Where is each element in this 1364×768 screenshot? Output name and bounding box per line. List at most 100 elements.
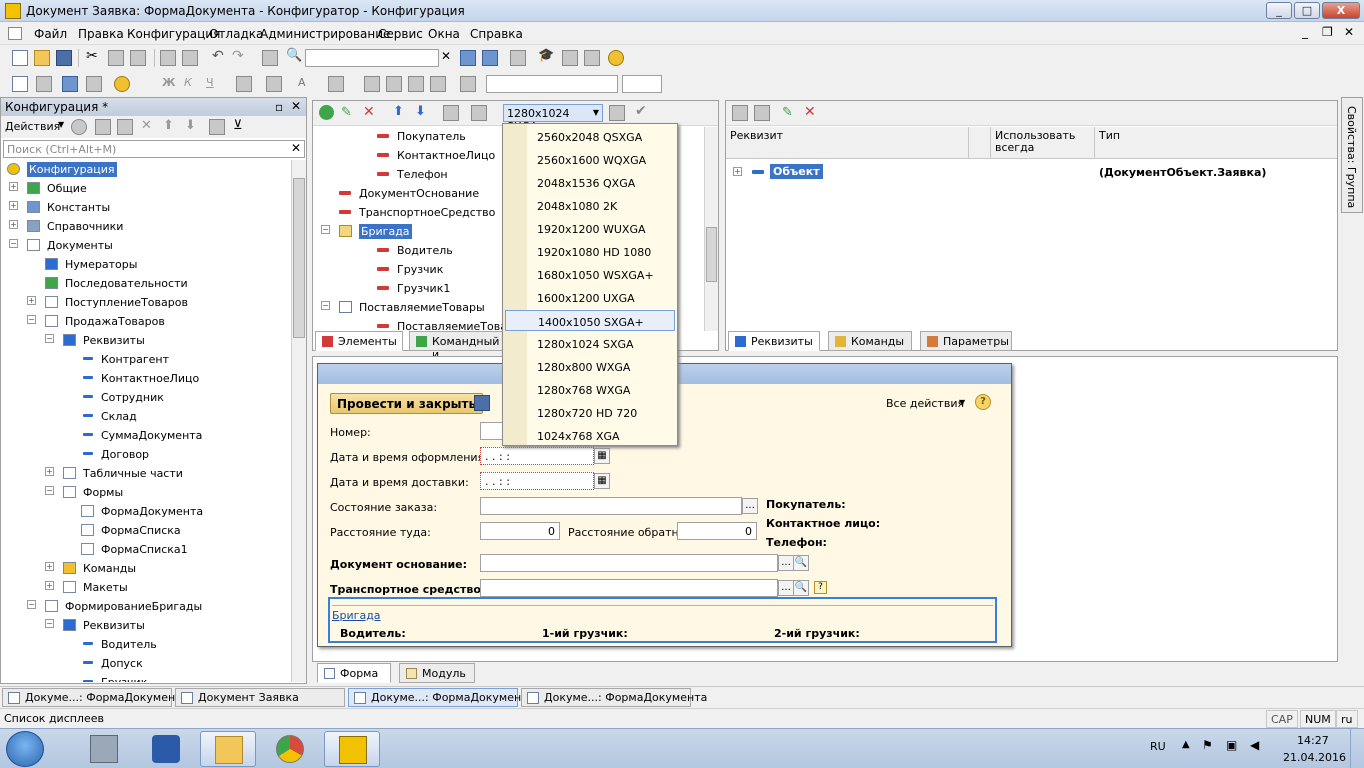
resolution-dropdown[interactable]: 2560x2048 QSXGA 2560x1600 WQXGA 2048x1536 … bbox=[502, 123, 678, 446]
menu-debug[interactable]: Отладка bbox=[209, 27, 263, 41]
window-tab-4[interactable]: Докуме...: ФормаДокумента bbox=[521, 688, 707, 707]
tab-command-panel[interactable]: Командный и bbox=[409, 331, 505, 361]
add-element-icon[interactable] bbox=[319, 105, 334, 120]
fill-icon[interactable] bbox=[266, 76, 282, 92]
menu-file[interactable]: Файл bbox=[34, 27, 67, 41]
menu-admin[interactable]: Администрирование bbox=[260, 27, 390, 41]
delete-attribute-icon[interactable]: ✕ bbox=[804, 104, 820, 120]
expand-icon[interactable]: − bbox=[45, 486, 54, 495]
help-icon[interactable]: ? bbox=[814, 581, 827, 594]
tray-expand-icon[interactable]: ▲ bbox=[1182, 739, 1190, 750]
col-attribute[interactable]: Реквизит bbox=[726, 127, 969, 159]
resolution-option[interactable]: 2560x1600 WQXGA bbox=[505, 149, 675, 170]
save-icon[interactable] bbox=[56, 50, 72, 66]
clock-time[interactable]: 14:27 bbox=[1297, 734, 1329, 747]
tree-item[interactable]: + Константы bbox=[1, 198, 291, 217]
delete-element-icon[interactable]: ✕ bbox=[363, 104, 379, 120]
tree-item[interactable]: + Табличные части bbox=[1, 464, 291, 483]
volume-icon[interactable]: ◀ bbox=[1250, 738, 1259, 752]
expand-icon[interactable]: + bbox=[9, 201, 18, 210]
find-prev-icon[interactable] bbox=[482, 50, 498, 66]
resolution-option[interactable]: 1024x768 XGA bbox=[505, 425, 675, 446]
menu-edit[interactable]: Правка bbox=[78, 27, 124, 41]
find-next-icon[interactable] bbox=[460, 50, 476, 66]
tab-module[interactable]: Модуль bbox=[399, 663, 475, 683]
copy-icon[interactable] bbox=[108, 50, 124, 66]
distance-to-input[interactable]: 0 bbox=[480, 522, 560, 540]
resolution-option[interactable]: 1920x1200 WUXGA bbox=[505, 218, 675, 239]
tree-item[interactable]: Договор bbox=[1, 445, 291, 464]
windows-icon[interactable] bbox=[510, 50, 526, 66]
mdi-restore-icon[interactable]: ❐ bbox=[1322, 25, 1333, 39]
search-icon[interactable]: 🔍 bbox=[793, 555, 809, 571]
input-lang[interactable]: RU bbox=[1150, 740, 1166, 753]
font-combo[interactable] bbox=[486, 75, 618, 93]
resolution-option[interactable]: 1680x1050 WSXGA+ bbox=[505, 264, 675, 285]
align-right-icon[interactable] bbox=[408, 76, 424, 92]
filter-icon[interactable]: ⊻ bbox=[233, 118, 249, 134]
base-doc-select-button[interactable]: ... bbox=[778, 555, 794, 571]
tree-item[interactable]: Сотрудник bbox=[1, 388, 291, 407]
start-button[interactable] bbox=[6, 731, 44, 767]
edit-attribute-icon[interactable]: ✎ bbox=[782, 105, 798, 121]
taskbar-server-app[interactable] bbox=[76, 731, 132, 767]
taskbar-1c[interactable] bbox=[324, 731, 380, 767]
tree-item[interactable]: Грузчик bbox=[1, 673, 291, 682]
date-created-input[interactable]: . . : : bbox=[480, 447, 594, 465]
edit-element-icon[interactable]: ✎ bbox=[341, 105, 357, 121]
new-icon[interactable] bbox=[12, 50, 28, 66]
brigade-group[interactable]: Бригада Водитель: 1-ий грузчик: 2-ий гру… bbox=[328, 597, 997, 643]
tree-item[interactable]: − Формы bbox=[1, 483, 291, 502]
brigade-title[interactable]: Бригада bbox=[332, 609, 381, 622]
menu-icon[interactable] bbox=[8, 27, 22, 40]
config-tree-icon[interactable] bbox=[36, 76, 52, 92]
sort-icon[interactable] bbox=[209, 119, 225, 135]
display-icon[interactable] bbox=[471, 105, 487, 121]
window-tab-1[interactable]: Докуме...: ФормаДокумента bbox=[2, 688, 188, 707]
resolution-option[interactable]: 2560x2048 QSXGA bbox=[505, 126, 675, 147]
network-icon[interactable]: ▣ bbox=[1226, 738, 1237, 752]
panel-close-icon[interactable]: ✕ bbox=[291, 99, 301, 113]
help-icon[interactable]: ? bbox=[975, 394, 991, 410]
tree-item[interactable]: + ПоступлениеТоваров bbox=[1, 293, 291, 312]
justify-icon[interactable] bbox=[430, 76, 446, 92]
info-icon[interactable] bbox=[608, 50, 624, 66]
menu-windows[interactable]: Окна bbox=[428, 27, 460, 41]
order-state-input[interactable] bbox=[480, 497, 742, 515]
tree-item[interactable]: + Команды bbox=[1, 559, 291, 578]
menu-service[interactable]: Сервис bbox=[378, 27, 423, 41]
col-use-always[interactable]: Использовать всегда bbox=[991, 127, 1095, 159]
expand-icon[interactable]: − bbox=[321, 225, 330, 234]
tree-item[interactable]: Склад bbox=[1, 407, 291, 426]
tab-parameters[interactable]: Параметры bbox=[920, 331, 1012, 351]
all-actions-menu[interactable]: Все действия bbox=[886, 397, 964, 410]
close-button[interactable]: X bbox=[1322, 2, 1360, 19]
align-center-icon[interactable] bbox=[386, 76, 402, 92]
calendar-icon[interactable]: ▦ bbox=[594, 448, 610, 464]
preview-icon[interactable] bbox=[182, 50, 198, 66]
resolution-option[interactable]: 2048x1536 QXGA bbox=[505, 172, 675, 193]
tab-commands[interactable]: Команды bbox=[828, 331, 912, 351]
move-element-up-icon[interactable]: ⬆ bbox=[393, 104, 409, 120]
tree-item[interactable]: Водитель bbox=[1, 635, 291, 654]
move-element-down-icon[interactable]: ⬇ bbox=[415, 104, 431, 120]
tree-item[interactable]: − ПродажаТоваров bbox=[1, 312, 291, 331]
search-icon[interactable]: 🔍 bbox=[286, 48, 302, 64]
run-debug-icon[interactable] bbox=[114, 76, 130, 92]
distance-back-input[interactable]: 0 bbox=[677, 522, 757, 540]
tree-item[interactable]: Нумераторы bbox=[1, 255, 291, 274]
menu-help[interactable]: Справка bbox=[470, 27, 523, 41]
tree-item[interactable]: СуммаДокумента bbox=[1, 426, 291, 445]
expand-icon[interactable]: + bbox=[733, 167, 742, 176]
undo-icon[interactable]: ↶ bbox=[212, 48, 228, 64]
window-icon[interactable] bbox=[12, 76, 28, 92]
elements-scrollbar[interactable] bbox=[704, 127, 718, 331]
expand-icon[interactable]: − bbox=[9, 239, 18, 248]
form-save-icon[interactable] bbox=[474, 395, 490, 411]
delete-icon[interactable]: ✕ bbox=[141, 118, 157, 134]
elements-scroll-thumb[interactable] bbox=[706, 227, 717, 282]
minimize-button[interactable]: _ bbox=[1266, 2, 1292, 19]
underline-icon[interactable]: Ч bbox=[206, 76, 222, 92]
highlight-icon[interactable] bbox=[328, 76, 344, 92]
maximize-button[interactable]: □ bbox=[1294, 2, 1320, 19]
